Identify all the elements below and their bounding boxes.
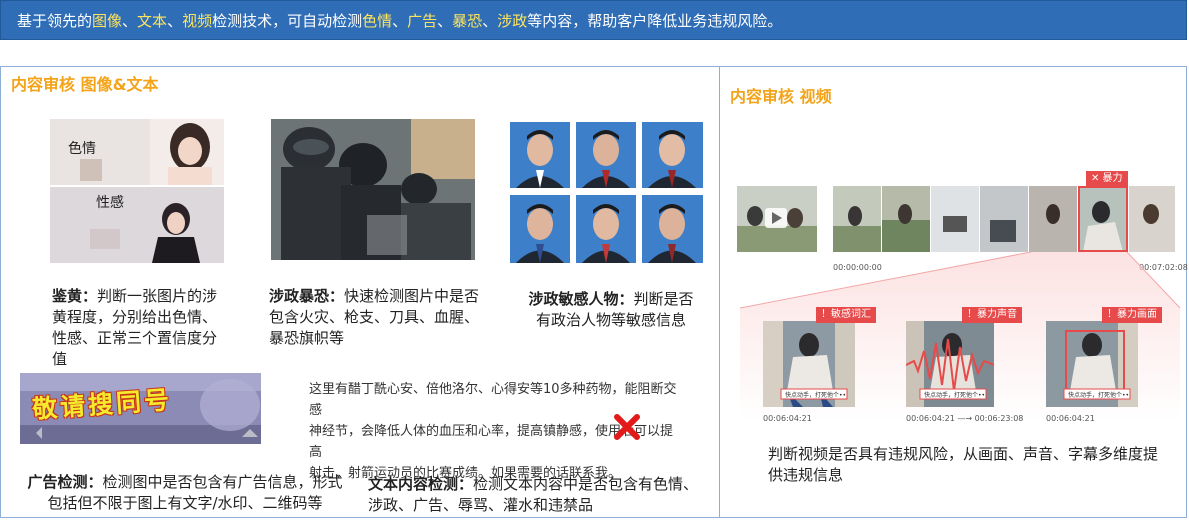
portrait — [510, 122, 570, 188]
porn-label: 色情 — [68, 141, 96, 157]
porn-title: 鉴黄： — [52, 287, 98, 305]
frame-time: 00:06:04:21 — [1046, 414, 1095, 423]
banner-text: 基于领先的 — [17, 12, 93, 30]
frame-caption: 快点动手，打死他个•• — [924, 392, 986, 399]
text-detection-description: 文本内容检测：检测文本内容中是否包含有色情、涉政、广告、辱骂、灌水和违禁品 — [368, 474, 713, 516]
sexy-label: 性感 — [96, 195, 124, 211]
top-banner: 基于领先的图像、文本、视频检测技术，可自动检测色情、广告、暴恐、涉政等内容，帮助… — [0, 0, 1187, 40]
sensitive-word-tag: ！敏感词汇 — [816, 307, 876, 323]
image-text-panel: 内容审核 图像&文本 色情 性感 鉴黄：判断一张图片的涉黄程度，分别给出色情、性… — [0, 66, 720, 518]
terror-sample-image — [271, 119, 475, 260]
violent-visual-tag: ！暴力画面 — [1102, 307, 1162, 323]
violation-cross-icon — [613, 413, 641, 441]
banner-highlight: 视频 — [182, 12, 213, 30]
banner-text: 、 — [437, 12, 453, 30]
terror-title: 涉政暴恐： — [269, 287, 345, 305]
politician-sample-image — [510, 122, 703, 263]
banner-text: 、 — [392, 12, 408, 30]
porn-description: 鉴黄：判断一张图片的涉黄程度，分别给出色情、性感、正常三个置信度分值 — [52, 286, 222, 370]
video-description: 判断视频是否具有违规风险，从画面、声音、字幕多维度提供违规信息 — [768, 445, 1159, 484]
video-thumbnail[interactable] — [737, 186, 817, 252]
banner-highlight: 涉政 — [497, 12, 528, 30]
frame-time: 00:06:04:21 — [763, 414, 812, 423]
violent-sound-tag: ！暴力声音 — [962, 307, 1022, 323]
porn-sample-image: 色情 性感 — [50, 119, 224, 263]
video-frame-audio: 快点动手，打死他个•• — [906, 321, 994, 407]
banner-text: 、 — [482, 12, 498, 30]
panel-title: 内容审核 图像&文本 — [11, 75, 159, 94]
violence-alert-tag: ✕ 暴力 — [1086, 171, 1128, 187]
ad-title: 广告检测： — [27, 473, 103, 491]
politician-description: 涉政敏感人物：判断是否有政治人物等敏感信息 — [521, 289, 701, 331]
banner-highlight: 广告 — [407, 12, 438, 30]
text-detection-title: 文本内容检测： — [368, 475, 474, 493]
video-frame-subtitle: 快点动手，打死他个•• — [763, 321, 855, 407]
banner-highlight: 暴恐 — [452, 12, 483, 30]
frame-caption: 快点动手，打死他个•• — [1068, 392, 1130, 399]
video-frame-visual: 快点动手，打死他个•• — [1046, 321, 1138, 407]
banner-highlight: 图像 — [92, 12, 123, 30]
banner-highlight: 色情 — [362, 12, 393, 30]
ad-sample-image: 敬请搜同号 — [20, 373, 261, 444]
video-timeline-strip[interactable] — [833, 186, 1175, 252]
frame-caption: 快点动手，打死他个•• — [785, 392, 847, 399]
banner-highlight: 文本 — [137, 12, 168, 30]
banner-text: 、 — [122, 12, 138, 30]
panel-title: 内容审核 视频 — [730, 87, 832, 106]
frame-time: 00:06:04:21 —→ 00:06:23:08 — [906, 414, 1024, 423]
terror-description: 涉政暴恐：快速检测图片中是否包含火灾、枪支、刀具、血腥、暴恐旗帜等 — [269, 286, 481, 349]
banner-text: 检测技术，可自动检测 — [212, 12, 363, 30]
banner-text: 等内容，帮助客户降低业务违规风险。 — [527, 12, 783, 30]
ad-description: 广告检测：检测图中是否包含有广告信息，形式包括但不限于图上有文字/水印、二维码等 — [20, 472, 350, 514]
video-panel: 内容审核 视频 ✕ 暴力 00:00:00:00 00:07:02:08 快点动… — [719, 66, 1188, 518]
banner-text: 、 — [167, 12, 183, 30]
politician-title: 涉政敏感人物： — [528, 290, 634, 308]
